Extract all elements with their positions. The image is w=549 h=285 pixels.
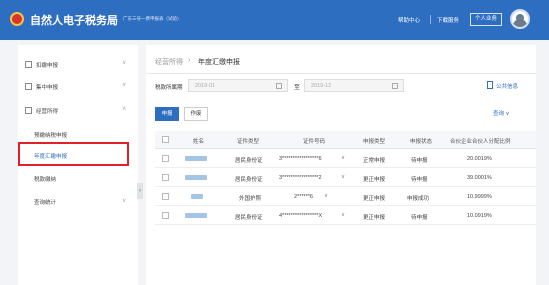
chevron-down-icon: ∨ <box>122 82 127 88</box>
tax-period-label: 税款所属期 <box>155 85 183 91</box>
declaration-status-cell: 申报成功 <box>407 196 430 202</box>
id-number-cell: 2******6 <box>294 194 313 200</box>
blurred-name <box>185 175 207 180</box>
row-checkbox[interactable] <box>162 174 169 181</box>
id-type-cell: 居民身份证 <box>235 158 263 164</box>
declaration-status-cell: 待申报 <box>411 177 428 183</box>
chevron-down-icon[interactable]: ∨ <box>341 212 345 218</box>
blurred-name <box>185 213 207 218</box>
briefcase-icon <box>25 107 32 114</box>
main-panel: 经营所得 › 年度汇缴申报 税款所属期 2019-01 至 2019-12 公共… <box>146 45 536 285</box>
id-type-cell: 外国护照 <box>239 196 262 202</box>
sidebar-item-batch[interactable]: 集中申报 ∨ <box>18 75 138 97</box>
ratio-cell: 20.0019% <box>467 156 492 162</box>
breadcrumb-separator: › <box>188 57 191 64</box>
table-header: 姓名 证件类型 证件号码 申报类型 申报状态 合伙企业合伙人分配比例 <box>155 131 536 149</box>
sidebar-item-withholding[interactable]: 扣缴申报 ∨ <box>18 53 138 75</box>
sidebar-subitem-prepay[interactable]: 预缴纳税申报 <box>18 125 138 143</box>
sidebar-collapse-toggle[interactable]: ‹ <box>137 183 143 199</box>
id-type-cell: 居民身份证 <box>235 177 263 183</box>
breadcrumb-current: 年度汇缴申报 <box>198 59 240 66</box>
table-row[interactable]: 居民身份证 4*****************X ∨ 更正申报 待申报 10.… <box>155 207 536 225</box>
blurred-name <box>185 156 207 161</box>
start-period-placeholder: 2019-01 <box>195 83 216 89</box>
id-type-cell: 居民身份证 <box>235 215 263 221</box>
table-row[interactable]: 居民身份证 3*****************6 ∨ 正常申报 待申报 20.… <box>155 150 536 168</box>
help-center-link[interactable]: 帮助中心 <box>398 16 420 24</box>
ratio-cell: 10.0919% <box>467 213 492 219</box>
sidebar-subitem-payment[interactable]: 税款缴纳 <box>18 169 138 187</box>
table-row[interactable]: 居民身份证 3*****************2 ∨ 更正申报 待申报 39.… <box>155 169 536 187</box>
select-all-checkbox[interactable] <box>162 136 169 143</box>
column-header: 申报类型 <box>363 139 386 145</box>
declaration-type-cell: 更正申报 <box>363 215 386 221</box>
calendar-icon <box>392 83 398 89</box>
public-info-link[interactable]: 公共信息 <box>496 82 518 90</box>
declaration-type-cell: 更正申报 <box>363 196 386 202</box>
chevron-up-icon: ∧ <box>122 106 127 112</box>
range-to-label: 至 <box>294 85 301 91</box>
end-period-input[interactable]: 2019-12 <box>304 79 404 92</box>
sidebar-item-label: 扣缴申报 <box>36 63 59 69</box>
row-checkbox[interactable] <box>162 193 169 200</box>
ratio-cell: 39.0001% <box>467 175 492 181</box>
sidebar-item-label: 集中申报 <box>36 85 59 91</box>
declaration-type-cell: 更正申报 <box>363 177 386 183</box>
document-icon <box>487 81 493 89</box>
table-row[interactable]: 外国护照 2******6 ∨ 更正申报 申报成功 10.9999% <box>155 188 536 206</box>
column-header: 证件号码 <box>303 139 326 145</box>
column-header: 申报状态 <box>410 139 433 145</box>
highlight-annotation <box>18 142 129 166</box>
user-avatar[interactable] <box>510 9 530 29</box>
declaration-status-cell: 待申报 <box>411 158 428 164</box>
column-header: 合伙企业合伙人分配比例 <box>450 139 511 145</box>
divider <box>146 73 536 74</box>
id-number-cell: 3*****************2 <box>279 175 322 181</box>
upload-icon <box>25 83 32 90</box>
declaration-status-cell: 待申报 <box>411 215 428 221</box>
app-title: 自然人电子税务局 <box>30 15 118 27</box>
chevron-down-icon[interactable]: ∨ <box>341 174 345 180</box>
sidebar-subitem-label: 查询统计 <box>34 200 57 206</box>
blurred-name <box>191 194 203 199</box>
top-header: 自然人电子税务局 广东三号一费申报表（试验） 帮助中心 下载服务 个人业务 <box>0 0 549 40</box>
ratio-cell: 10.9999% <box>467 194 492 200</box>
app-subtitle: 广东三号一费申报表（试验） <box>123 16 182 21</box>
nav-divider <box>430 15 431 24</box>
sidebar-item-label: 经营所得 <box>36 109 59 115</box>
clipboard-icon <box>25 61 32 68</box>
id-number-cell: 4*****************X <box>279 213 323 219</box>
id-number-cell: 3*****************6 <box>279 156 322 162</box>
column-header: 姓名 <box>193 139 205 145</box>
personal-business-button[interactable]: 个人业务 <box>470 13 502 26</box>
sidebar-subitem-label: 预缴纳税申报 <box>34 133 68 139</box>
row-checkbox[interactable] <box>162 155 169 162</box>
end-period-placeholder: 2019-12 <box>311 83 332 89</box>
download-service-link[interactable]: 下载服务 <box>437 16 459 24</box>
sidebar-subitem-query[interactable]: 查询统计 ∨ <box>18 192 138 210</box>
sidebar-subitem-label: 税款缴纳 <box>34 177 57 183</box>
declaration-type-cell: 正常申报 <box>363 158 386 164</box>
tax-emblem-icon <box>10 12 24 26</box>
breadcrumb-parent[interactable]: 经营所得 <box>155 57 183 67</box>
column-header: 证件类型 <box>237 139 260 145</box>
sidebar-item-business-income[interactable]: 经营所得 ∧ <box>18 99 138 121</box>
void-button[interactable]: 作废 <box>184 107 208 121</box>
row-checkbox[interactable] <box>162 212 169 219</box>
chevron-down-icon: ∨ <box>122 60 127 66</box>
calendar-icon <box>276 83 282 89</box>
declare-button[interactable]: 申报 <box>155 107 179 121</box>
chevron-down-icon[interactable]: ∨ <box>324 193 328 199</box>
chevron-down-icon[interactable]: ∨ <box>341 155 345 161</box>
chevron-down-icon: ∨ <box>122 198 127 204</box>
query-toggle[interactable]: 查询 ∨ <box>493 109 510 117</box>
start-period-input[interactable]: 2019-01 <box>188 79 288 92</box>
